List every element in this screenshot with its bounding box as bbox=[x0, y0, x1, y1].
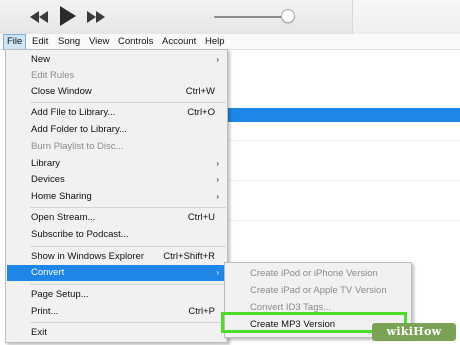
menu-item-label: Library bbox=[31, 158, 61, 169]
chevron-right-icon: › bbox=[216, 268, 219, 277]
menu-item-library[interactable]: Library › bbox=[7, 156, 227, 172]
volume-slider[interactable] bbox=[214, 16, 288, 18]
menu-item-show-in-explorer[interactable]: Show in Windows Explorer Ctrl+Shift+R bbox=[7, 249, 227, 265]
menu-account[interactable]: Account bbox=[159, 34, 199, 50]
menu-item-page-setup[interactable]: Page Setup... bbox=[7, 287, 227, 303]
row-divider bbox=[228, 140, 460, 141]
menu-item-label: Exit bbox=[31, 327, 47, 338]
rewind-icon[interactable] bbox=[30, 11, 48, 23]
menu-item-label: Open Stream... bbox=[31, 212, 96, 223]
menu-item-label: Convert bbox=[31, 267, 65, 278]
menu-item-shortcut: Ctrl+P bbox=[188, 306, 215, 317]
menu-item-new[interactable]: New › bbox=[7, 52, 227, 68]
menu-item-exit[interactable]: Exit bbox=[7, 325, 227, 341]
menu-bar: File Edit Song View Controls Account Hel… bbox=[0, 34, 460, 50]
watermark-text: wikiHow bbox=[386, 325, 442, 338]
menu-item-home-sharing[interactable]: Home Sharing › bbox=[7, 189, 227, 205]
toolbar bbox=[0, 0, 460, 34]
volume-knob[interactable] bbox=[281, 9, 295, 23]
menu-item-label: Page Setup... bbox=[31, 289, 89, 300]
submenu-item-label: Create iPad or Apple TV Version bbox=[250, 285, 387, 296]
menu-file[interactable]: File bbox=[3, 34, 27, 50]
menu-item-shortcut: Ctrl+U bbox=[187, 212, 215, 223]
menu-item-burn-playlist: Burn Playlist to Disc... bbox=[7, 139, 227, 155]
selected-row bbox=[228, 108, 460, 122]
menu-item-open-stream[interactable]: Open Stream... Ctrl+U bbox=[7, 210, 227, 226]
menu-item-label: Burn Playlist to Disc... bbox=[31, 141, 124, 152]
menu-item-close-window[interactable]: Close Window Ctrl+W bbox=[7, 84, 227, 100]
menu-item-label: New bbox=[31, 54, 51, 65]
menu-item-label: Show in Windows Explorer bbox=[31, 251, 144, 262]
menu-item-edit-rules: Edit Rules bbox=[7, 68, 227, 84]
menu-item-print[interactable]: Print... Ctrl+P bbox=[7, 304, 227, 320]
menu-song[interactable]: Song bbox=[55, 34, 83, 50]
fast-forward-icon[interactable] bbox=[87, 11, 105, 23]
menu-separator bbox=[30, 322, 226, 323]
file-menu: New › Edit Rules Close Window Ctrl+W Add… bbox=[5, 49, 228, 343]
menu-item-convert[interactable]: Convert › bbox=[7, 265, 227, 281]
menu-item-shortcut: Ctrl+O bbox=[187, 107, 215, 118]
menu-separator bbox=[30, 246, 226, 247]
status-display bbox=[352, 0, 460, 34]
chevron-right-icon: › bbox=[216, 192, 219, 201]
chevron-right-icon: › bbox=[216, 159, 219, 168]
menu-item-label: Close Window bbox=[31, 86, 92, 97]
menu-item-devices[interactable]: Devices › bbox=[7, 172, 227, 188]
menu-item-label: Print... bbox=[31, 306, 59, 317]
menu-item-shortcut: Ctrl+W bbox=[185, 86, 215, 97]
row-divider bbox=[228, 180, 460, 181]
play-icon[interactable] bbox=[60, 6, 76, 26]
menu-item-add-folder[interactable]: Add Folder to Library... bbox=[7, 122, 227, 138]
menu-item-add-file[interactable]: Add File to Library... Ctrl+O bbox=[7, 105, 227, 121]
chevron-right-icon: › bbox=[216, 175, 219, 184]
row-divider bbox=[228, 220, 460, 221]
menu-item-shortcut: Ctrl+Shift+R bbox=[163, 251, 215, 262]
menu-edit[interactable]: Edit bbox=[29, 34, 51, 50]
menu-item-label: Add File to Library... bbox=[31, 107, 116, 118]
menu-separator bbox=[30, 102, 226, 103]
submenu-item-label: Create iPod or iPhone Version bbox=[250, 268, 378, 279]
menu-help[interactable]: Help bbox=[202, 34, 228, 50]
menu-controls[interactable]: Controls bbox=[115, 34, 156, 50]
menu-separator bbox=[30, 207, 226, 208]
menu-item-label: Add Folder to Library... bbox=[31, 124, 127, 135]
menu-separator bbox=[30, 284, 226, 285]
menu-item-label: Subscribe to Podcast... bbox=[31, 229, 129, 240]
submenu-item-ipod-version: Create iPod or iPhone Version bbox=[226, 265, 410, 282]
menu-item-label: Home Sharing bbox=[31, 191, 92, 202]
watermark: wikiHow bbox=[372, 323, 456, 341]
menu-view[interactable]: View bbox=[86, 34, 112, 50]
menu-item-label: Edit Rules bbox=[31, 70, 75, 81]
chevron-right-icon: › bbox=[216, 55, 219, 64]
menu-item-label: Devices bbox=[31, 174, 65, 185]
submenu-item-ipad-version: Create iPad or Apple TV Version bbox=[226, 282, 410, 299]
menu-item-subscribe-podcast[interactable]: Subscribe to Podcast... bbox=[7, 227, 227, 243]
